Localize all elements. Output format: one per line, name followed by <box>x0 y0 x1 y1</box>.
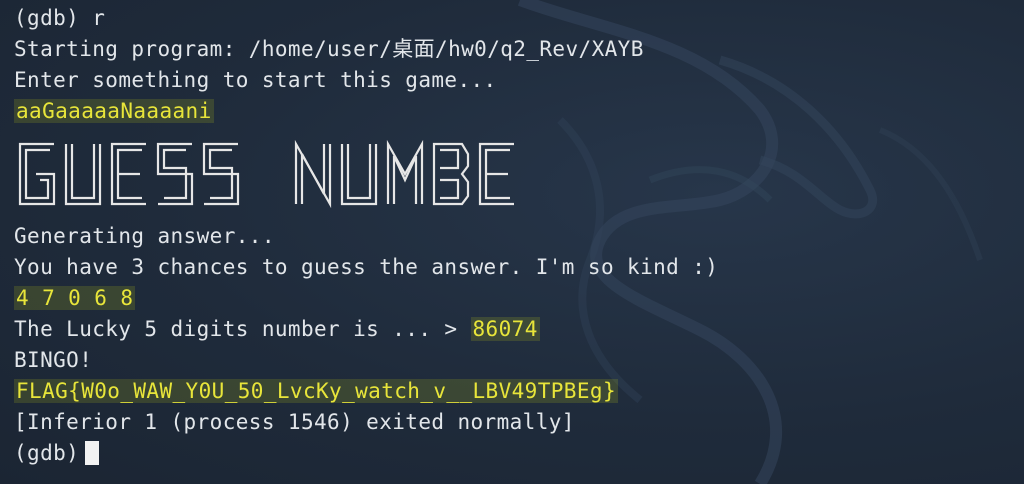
lucky-number-highlight: 86074 <box>470 317 540 341</box>
starting-program-line: Starting program: /home/user/桌面/hw0/q2_R… <box>14 37 644 61</box>
gdb-prompt: (gdb) <box>14 441 80 465</box>
user-input-line: aaGaaaaaNaaaani <box>14 99 214 123</box>
line-text: Starting program: /home/user/桌面/hw0/q2_R… <box>14 37 644 61</box>
flag-highlight: FLAG{W0o_WAW_Y0U_50_LvcKy_watch_v__LBV49… <box>14 379 618 403</box>
line-text: You have 3 chances to guess the answer. … <box>14 255 719 279</box>
guess-number-banner <box>18 140 514 208</box>
enter-prompt-line: Enter something to start this game... <box>14 68 497 92</box>
line-text: Generating answer... <box>14 224 275 248</box>
inferior-exit-line: [Inferior 1 (process 1546) exited normal… <box>14 410 575 434</box>
bingo-line: BINGO! <box>14 348 92 372</box>
highlighted-input: aaGaaaaaNaaaani <box>14 99 214 123</box>
lucky-number-line: The Lucky 5 digits number is ... > 86074 <box>14 317 540 341</box>
lucky-prefix: The Lucky 5 digits number is ... > <box>14 317 471 341</box>
gdb-run-command: (gdb) r <box>14 6 105 30</box>
line-text: BINGO! <box>14 348 93 372</box>
highlighted-guess: 4 7 0 6 8 <box>14 286 136 310</box>
chances-line: You have 3 chances to guess the answer. … <box>14 255 718 279</box>
line-text: [Inferior 1 (process 1546) exited normal… <box>14 410 575 434</box>
terminal-cursor <box>85 441 100 465</box>
generating-line: Generating answer... <box>14 224 275 248</box>
gdb-prompt-line[interactable]: (gdb) <box>14 441 100 465</box>
terminal-window[interactable]: (gdb) r Starting program: /home/user/桌面/… <box>0 0 1024 484</box>
guess-input-line: 4 7 0 6 8 <box>14 286 136 310</box>
line-text: Enter something to start this game... <box>14 68 497 92</box>
line-text: (gdb) r <box>14 6 106 30</box>
flag-line: FLAG{W0o_WAW_Y0U_50_LvcKy_watch_v__LBV49… <box>14 379 618 403</box>
